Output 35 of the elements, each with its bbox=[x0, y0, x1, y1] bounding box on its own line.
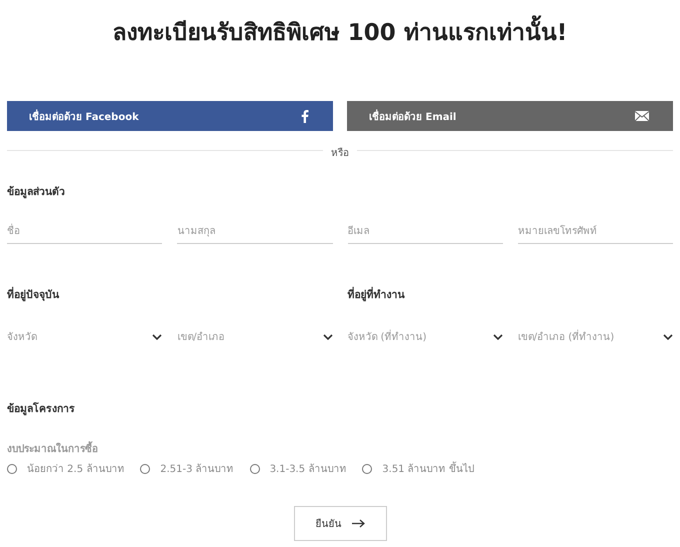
submit-button[interactable]: ยืนยัน bbox=[294, 506, 386, 541]
envelope-icon bbox=[635, 111, 649, 121]
radio-label: 2.51-3 ล้านบาท bbox=[160, 462, 234, 476]
dropdown-field[interactable]: เขต/อำเภอ (ที่ทำงาน) bbox=[518, 325, 673, 348]
radio-option[interactable]: 3.1-3.5 ล้านบาท bbox=[250, 461, 346, 476]
chevron-down-icon bbox=[663, 334, 673, 340]
input-field[interactable]: ชื่อ bbox=[7, 222, 162, 244]
email-button[interactable]: เชื่อมต่อด้วย Email bbox=[347, 101, 673, 131]
section-heading: ข้อมูลโครงการ bbox=[7, 401, 76, 417]
radio-button[interactable] bbox=[7, 464, 17, 474]
radio-option[interactable]: น้อยกว่า 2.5 ล้านบาท bbox=[7, 461, 124, 476]
chevron-down-icon bbox=[492, 334, 503, 340]
section-heading: ที่อยู่ปัจจุบัน bbox=[7, 286, 332, 303]
section-heading: ที่อยู่ที่ทำงาน bbox=[348, 286, 673, 303]
chevron-down-icon bbox=[322, 334, 332, 340]
radio-option[interactable]: 3.51 ล้านบาท ขึ้นไป bbox=[362, 461, 474, 476]
radio-label: น้อยกว่า 2.5 ล้านบาท bbox=[27, 462, 124, 476]
section-heading: ข้อมูลส่วนตัว bbox=[7, 185, 66, 200]
arrow-right-icon bbox=[352, 519, 364, 528]
chevron-down-icon bbox=[152, 334, 162, 340]
facebook-button[interactable]: เชื่อมต่อด้วย Facebook bbox=[7, 101, 333, 131]
radio-option[interactable]: 2.51-3 ล้านบาท bbox=[140, 461, 234, 476]
radio-label: 3.1-3.5 ล้านบาท bbox=[270, 462, 346, 476]
dropdown-field[interactable]: เขต/อำเภอ bbox=[177, 325, 332, 348]
field-label: งบประมาณในการซื้อ bbox=[7, 441, 673, 456]
page-title: ลงทะเบียนรับสิทธิพิเศษ 100 ท่านแรกเท่านั้น! bbox=[7, 0, 673, 52]
input-field[interactable]: หมายเลขโทรศัพท์ bbox=[518, 222, 673, 244]
facebook-icon bbox=[301, 109, 309, 123]
dropdown-field[interactable]: จังหวัด bbox=[7, 325, 162, 348]
radio-button[interactable] bbox=[362, 464, 372, 474]
radio-button[interactable] bbox=[140, 464, 150, 474]
radio-label: 3.51 ล้านบาท ขึ้นไป bbox=[382, 461, 474, 476]
dropdown-field[interactable]: จังหวัด (ที่ทำงาน) bbox=[348, 325, 503, 348]
or-label: หรือ bbox=[323, 148, 357, 159]
radio-button[interactable] bbox=[250, 464, 260, 474]
